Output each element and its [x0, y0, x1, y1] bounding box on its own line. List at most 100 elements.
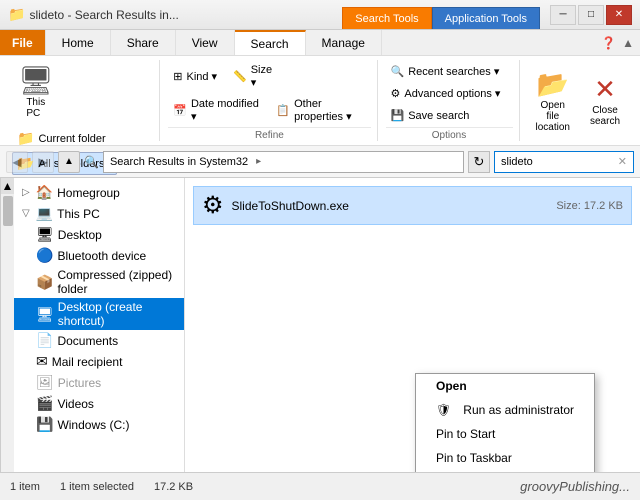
sidebar-item-mail[interactable]: ✉ Mail recipient	[14, 351, 184, 372]
context-menu: Open 🛡 Run as administrator Pin to Start…	[415, 373, 595, 472]
file-item[interactable]: ⚙ SlideToShutDown.exe Size: 17.2 KB	[193, 186, 632, 225]
sidebar-item-bluetooth[interactable]: 🔵 Bluetooth device	[14, 245, 184, 266]
ribbon-group-location: 🖥 ThisPC 📁 Current folder 📂 All subfolde…	[6, 60, 160, 141]
save-search-button[interactable]: 💾 Save search	[386, 106, 513, 125]
context-menu-pin-start[interactable]: Pin to Start	[416, 422, 594, 446]
main-area: ▲ ▷ 🏠 Homegroup ▽ 💻 This PC 🖥 Desktop 🔵 …	[0, 178, 640, 472]
toggle-icon: ▷	[22, 187, 30, 198]
current-folder-button[interactable]: 📁 Current folder	[12, 127, 117, 150]
selected-size: 17.2 KB	[154, 481, 193, 493]
close-search-icon: ✕	[594, 74, 616, 105]
close-button[interactable]: ✕	[606, 5, 632, 25]
folder-icon: 📁	[17, 130, 34, 147]
sidebar-item-pictures[interactable]: 🖼 Pictures	[14, 372, 184, 393]
tab-manage[interactable]: Manage	[306, 30, 382, 55]
search-value: slideto	[501, 156, 533, 168]
kind-icon: ⊞	[173, 70, 182, 83]
computer-icon: 🖥	[18, 64, 54, 97]
open-file-icon: 📂	[537, 69, 569, 100]
file-area: ⚙ SlideToShutDown.exe Size: 17.2 KB Open…	[185, 178, 640, 472]
context-menu-pin-taskbar[interactable]: Pin to Taskbar	[416, 446, 594, 470]
sidebar-item-compressed[interactable]: 📦 Compressed (zipped) folder	[14, 266, 184, 298]
sidebar: ▷ 🏠 Homegroup ▽ 💻 This PC 🖥 Desktop 🔵 Bl…	[14, 178, 184, 472]
nav-up-button[interactable]: ▲	[622, 36, 634, 50]
forward-button[interactable]: ▶	[32, 151, 54, 173]
sidebar-scroll-track[interactable]: ▲	[0, 178, 14, 472]
drive-icon: 💾	[36, 416, 53, 433]
mail-icon: ✉	[36, 353, 48, 370]
tab-file[interactable]: File	[0, 30, 46, 55]
ribbon-content: 🖥 ThisPC 📁 Current folder 📂 All subfolde…	[0, 56, 640, 146]
properties-icon: 📋	[276, 104, 290, 117]
refine-group-content: ⊞ Kind ▾ 📏 Size ▾ 📅 Date modified ▾ 📋 Ot…	[168, 60, 370, 127]
sidebar-item-windowsc[interactable]: 💾 Windows (C:)	[14, 414, 184, 435]
context-menu-run-admin[interactable]: 🛡 Run as administrator	[416, 398, 594, 422]
maximize-button[interactable]: □	[578, 5, 604, 25]
date-icon: 📅	[173, 104, 187, 117]
sidebar-item-homegroup[interactable]: ▷ 🏠 Homegroup	[14, 182, 184, 203]
pictures-icon: 🖼	[36, 374, 54, 391]
sidebar-item-thispc[interactable]: ▽ 💻 This PC	[14, 203, 184, 224]
tab-home[interactable]: Home	[46, 30, 111, 55]
computer-icon: 💻	[36, 205, 53, 222]
recent-searches-icon: 🔍	[391, 65, 405, 78]
sidebar-item-desktop-shortcut[interactable]: 🖥 Desktop (create shortcut)	[14, 298, 184, 330]
desktop-icon: 🖥	[36, 226, 54, 243]
tab-view[interactable]: View	[176, 30, 235, 55]
save-search-icon: 💾	[391, 109, 405, 122]
item-count: 1 item	[10, 481, 40, 493]
refine-group-label: Refine	[168, 127, 370, 141]
location-icon: 🔍	[84, 155, 99, 169]
tab-search[interactable]: Search	[235, 30, 306, 55]
titlebar: 📁 slideto - Search Results in... Search …	[0, 0, 640, 30]
homegroup-icon: 🏠	[36, 184, 53, 201]
documents-icon: 📄	[36, 332, 53, 349]
window-title: slideto - Search Results in...	[29, 8, 332, 22]
sidebar-item-videos[interactable]: 🎬 Videos	[14, 393, 184, 414]
other-properties-button[interactable]: 📋 Other properties ▾	[271, 95, 370, 126]
close-search-button[interactable]: ✕ Closesearch	[582, 70, 628, 131]
statusbar: 1 item 1 item selected 17.2 KB groovyPub…	[0, 472, 640, 500]
scroll-thumb	[3, 196, 13, 226]
context-menu-open[interactable]: Open	[416, 374, 594, 398]
videos-icon: 🎬	[36, 395, 53, 412]
selected-count: 1 item selected	[60, 481, 134, 493]
zip-icon: 📦	[36, 274, 53, 291]
size-button[interactable]: 📏 Size ▾	[228, 61, 284, 92]
address-text: Search Results in System32	[110, 156, 248, 168]
exe-icon: ⚙	[202, 191, 224, 220]
help-button[interactable]: ❓	[601, 36, 616, 50]
address-bar[interactable]: Search Results in System32 ▸	[103, 151, 464, 173]
options-group-label: Options	[386, 127, 513, 141]
window-controls: ─ □ ✕	[550, 5, 632, 25]
tab-share[interactable]: Share	[111, 30, 176, 55]
date-modified-button[interactable]: 📅 Date modified ▾	[168, 95, 267, 126]
size-icon: 📏	[233, 70, 247, 83]
kind-button[interactable]: ⊞ Kind ▾	[168, 61, 224, 92]
branding: groovyPublishing...	[520, 479, 630, 494]
open-file-location-button[interactable]: 📂 Open filelocation	[528, 65, 578, 137]
tab-search-tools[interactable]: Search Tools	[342, 7, 431, 29]
sidebar-container: ▲ ▷ 🏠 Homegroup ▽ 💻 This PC 🖥 Desktop 🔵 …	[0, 178, 185, 472]
back-button[interactable]: ◀	[6, 151, 28, 173]
search-bar[interactable]: slideto ✕	[494, 151, 634, 173]
recent-searches-button[interactable]: 🔍 Recent searches ▾	[386, 62, 513, 81]
ribbon-group-options: 🔍 Recent searches ▾ ⚙ Advanced options ▾…	[380, 60, 520, 141]
desktop-shortcut-icon: 🖥	[36, 306, 54, 323]
this-pc-label: ThisPC	[26, 97, 45, 119]
this-pc-button[interactable]: 🖥 ThisPC	[12, 60, 60, 123]
scroll-up-button[interactable]: ▲	[1, 178, 15, 194]
refresh-button[interactable]: ↻	[468, 151, 490, 173]
up-button[interactable]: ▲	[58, 151, 80, 173]
sidebar-item-desktop[interactable]: 🖥 Desktop	[14, 224, 184, 245]
shield-icon: 🛡	[436, 403, 451, 417]
tab-application-tools[interactable]: Application Tools	[432, 7, 540, 29]
app-icon: 📁	[8, 6, 25, 23]
clear-search-icon[interactable]: ✕	[618, 155, 627, 168]
address-arrow: ▸	[256, 156, 261, 167]
advanced-options-icon: ⚙	[391, 87, 401, 100]
sidebar-item-documents[interactable]: 📄 Documents	[14, 330, 184, 351]
advanced-options-button[interactable]: ⚙ Advanced options ▾	[386, 84, 513, 103]
ribbon-tabs: File Home Share View Search Manage ❓ ▲	[0, 30, 640, 56]
minimize-button[interactable]: ─	[550, 5, 576, 25]
